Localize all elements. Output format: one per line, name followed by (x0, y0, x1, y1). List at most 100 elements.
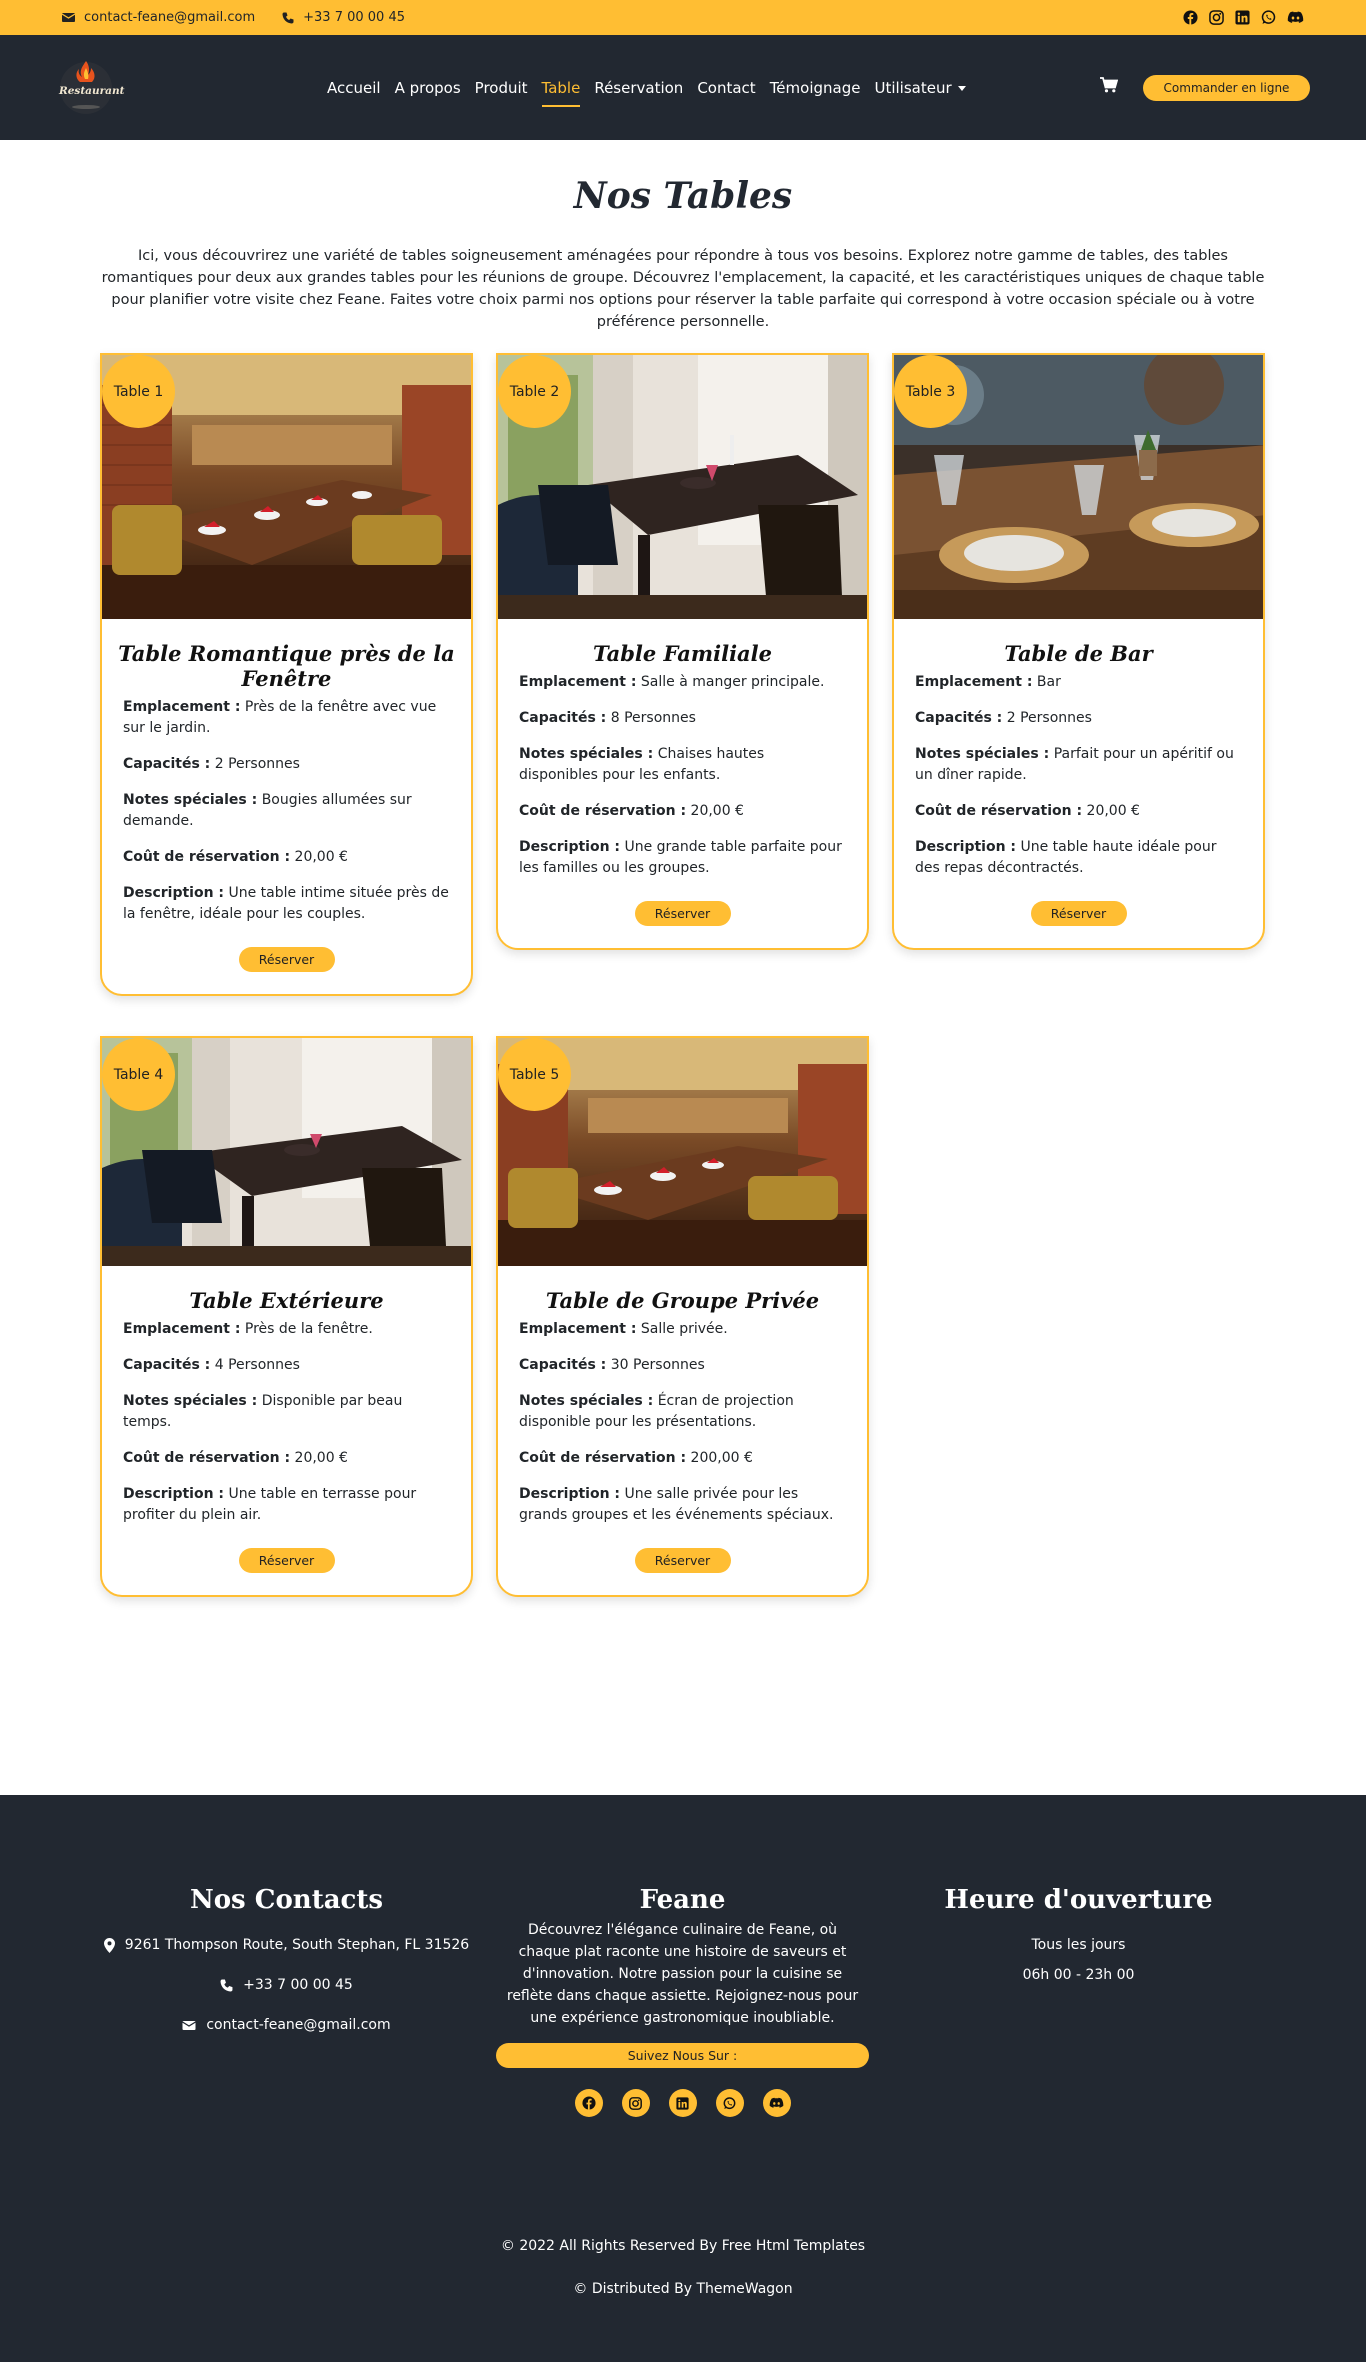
footer-email[interactable]: contact-feane@gmail.com (100, 2017, 473, 2033)
footer-social-links (496, 2089, 869, 2117)
nav-item-contact[interactable]: Contact (697, 79, 755, 97)
footer-address[interactable]: 9261 Thompson Route, South Stephan, FL 3… (100, 1937, 473, 1953)
table-notes: Notes spéciales : Écran de projection di… (519, 1391, 847, 1433)
nav-item-table[interactable]: Table (541, 79, 580, 107)
table-cost: Coût de réservation : 20,00 € (123, 1448, 451, 1469)
page-title: Nos Tables (573, 175, 793, 217)
table-location: Emplacement : Près de la fenêtre. (123, 1319, 451, 1340)
notes-label: Notes spéciales : (123, 792, 258, 808)
main-navbar: Restaurant Accueil A propos Produit Tabl… (0, 35, 1366, 140)
instagram-icon[interactable] (1209, 10, 1224, 25)
table-badge: Table 4 (102, 1038, 175, 1111)
phone-text: +33 7 00 00 45 (243, 1977, 353, 1993)
cost-label: Coût de réservation : (123, 1450, 291, 1466)
discord-icon[interactable] (1287, 11, 1304, 24)
top-bar: contact-feane@gmail.com +33 7 00 00 45 (0, 0, 1366, 35)
table-name: Table de Bar (1004, 641, 1153, 666)
logo-text: Restaurant (59, 85, 125, 97)
table-card: Table 1 Table Romantique près de la Fenê… (100, 353, 473, 996)
table-notes: Notes spéciales : Bougies allumées sur d… (123, 790, 451, 832)
table-card: Table 2 Table Familiale Emplacement : Sa… (496, 353, 869, 950)
linkedin-icon[interactable] (1235, 10, 1250, 25)
table-photo: Table 2 (498, 355, 867, 619)
table-badge: Table 5 (498, 1038, 571, 1111)
table-details: Emplacement : Près de la fenêtre avec vu… (102, 691, 471, 925)
cost-label: Coût de réservation : (519, 803, 687, 819)
table-badge: Table 2 (498, 355, 571, 428)
phone-icon (282, 12, 294, 23)
nav-item-temoignage[interactable]: Témoignage (770, 79, 861, 97)
distributed-by: © Distributed By ThemeWagon (573, 2281, 793, 2297)
nav-menu: Accueil A propos Produit Table Réservati… (327, 35, 966, 140)
footer: Nos Contacts 9261 Thompson Route, South … (0, 1795, 1366, 2362)
table-capacity: Capacités : 2 Personnes (123, 754, 451, 775)
capacity-label: Capacités : (123, 1357, 211, 1373)
location-value: Près de la fenêtre. (244, 1321, 373, 1337)
whatsapp-icon[interactable] (1261, 10, 1276, 25)
hours-time: 06h 00 - 23h 00 (1022, 1967, 1135, 1983)
capacity-value: 30 Personnes (610, 1357, 705, 1373)
whatsapp-icon[interactable] (715, 2089, 744, 2117)
cost-value: 200,00 € (690, 1450, 753, 1466)
nav-item-produit[interactable]: Produit (475, 79, 528, 97)
nav-item-reservation[interactable]: Réservation (594, 79, 683, 97)
table-name: Table de Groupe Privée (545, 1288, 820, 1313)
brand-text: Découvrez l'élégance culinaire de Feane,… (506, 1922, 859, 2026)
capacity-label: Capacités : (519, 710, 607, 726)
restaurant-logo[interactable]: Restaurant (55, 55, 125, 117)
reserve-button[interactable]: Réserver (634, 901, 731, 926)
nav-item-accueil[interactable]: Accueil (327, 79, 381, 97)
nav-item-a-propos[interactable]: A propos (395, 79, 461, 97)
top-email-text: contact-feane@gmail.com (84, 10, 256, 25)
location-value: Salle privée. (640, 1321, 728, 1337)
table-card: Table 3 Table de Bar Emplacement : Bar C… (892, 353, 1265, 950)
reserve-button[interactable]: Réserver (238, 1548, 335, 1573)
location-value: Bar (1036, 674, 1061, 690)
instagram-icon[interactable] (621, 2089, 650, 2117)
table-description: Description : Une table intime située pr… (123, 883, 451, 925)
linkedin-icon[interactable] (668, 2089, 697, 2117)
top-email[interactable]: contact-feane@gmail.com (62, 10, 255, 25)
location-value: Salle à manger principale. (640, 674, 825, 690)
table-location: Emplacement : Bar (915, 672, 1243, 693)
description-label: Description : (519, 839, 621, 855)
table-photo: Table 1 (102, 355, 471, 619)
location-label: Emplacement : (519, 1321, 637, 1337)
capacity-value: 8 Personnes (610, 710, 696, 726)
cost-value: 20,00 € (294, 849, 348, 865)
reserve-button[interactable]: Réserver (238, 947, 335, 972)
table-location: Emplacement : Salle à manger principale. (519, 672, 847, 693)
reserve-button[interactable]: Réserver (634, 1548, 731, 1573)
table-cost: Coût de réservation : 20,00 € (123, 847, 451, 868)
table-badge: Table 3 (894, 355, 967, 428)
cost-label: Coût de réservation : (915, 803, 1083, 819)
notes-label: Notes spéciales : (915, 746, 1050, 762)
description-label: Description : (123, 1486, 225, 1502)
facebook-icon[interactable] (574, 2089, 603, 2117)
table-card: Table 4 Table Extérieure Emplacement : P… (100, 1036, 473, 1597)
contacts-title: Nos Contacts (189, 1885, 384, 1915)
facebook-icon[interactable] (1183, 10, 1198, 25)
capacity-label: Capacités : (123, 756, 211, 772)
table-capacity: Capacités : 30 Personnes (519, 1355, 847, 1376)
order-online-button[interactable]: Commander en ligne (1143, 75, 1310, 101)
cost-value: 20,00 € (690, 803, 744, 819)
description-label: Description : (519, 1486, 621, 1502)
notes-label: Notes spéciales : (519, 1393, 654, 1409)
reserve-button[interactable]: Réserver (1030, 901, 1127, 926)
footer-phone[interactable]: +33 7 00 00 45 (100, 1977, 473, 1993)
location-label: Emplacement : (123, 699, 241, 715)
table-details: Emplacement : Près de la fenêtre. Capaci… (102, 1313, 471, 1526)
nav-item-utilisateur[interactable]: Utilisateur (874, 79, 966, 97)
cost-value: 20,00 € (294, 1450, 348, 1466)
location-label: Emplacement : (123, 1321, 241, 1337)
table-details: Emplacement : Salle privée. Capacités : … (498, 1313, 867, 1526)
page-intro: Ici, vous découvrirez une variété de tab… (101, 248, 1265, 330)
discord-icon[interactable] (762, 2089, 791, 2117)
copyright: © 2022 All Rights Reserved By Free Html … (500, 2238, 866, 2254)
top-phone[interactable]: +33 7 00 00 45 (282, 10, 405, 25)
cart-icon[interactable] (1100, 77, 1119, 97)
description-label: Description : (123, 885, 225, 901)
follow-us-button[interactable]: Suivez Nous Sur : (496, 2043, 869, 2068)
table-cost: Coût de réservation : 20,00 € (519, 801, 847, 822)
